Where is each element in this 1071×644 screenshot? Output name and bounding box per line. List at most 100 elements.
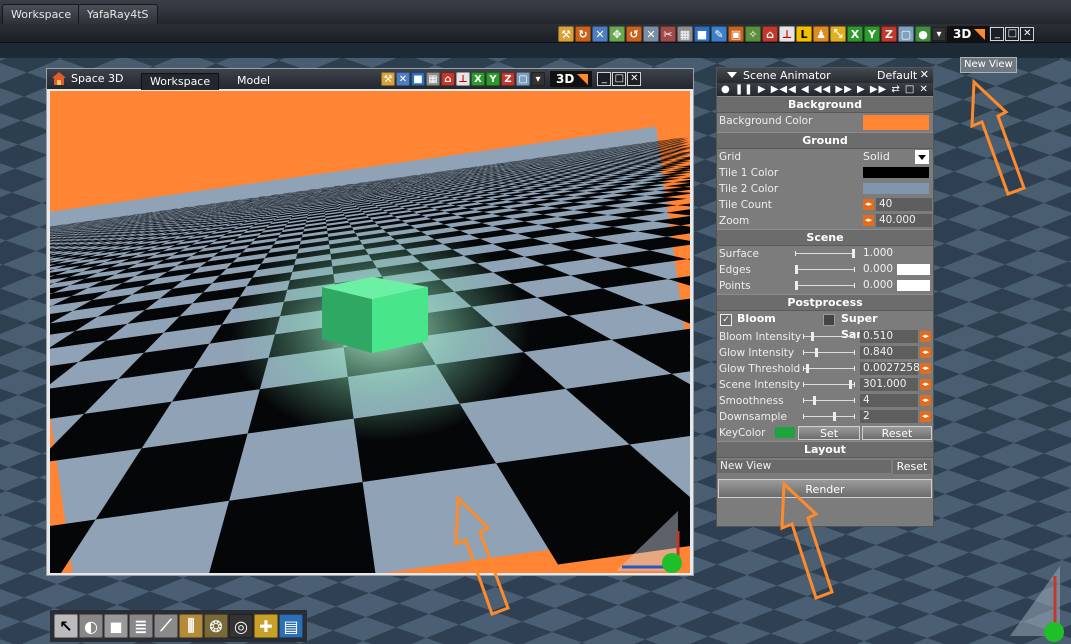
- postprocess-spinner-icon[interactable]: ◂▸: [920, 331, 931, 342]
- close-icon[interactable]: ✕: [920, 68, 929, 81]
- light-icon[interactable]: ✧: [745, 26, 761, 42]
- new-view-badge[interactable]: New View: [960, 57, 1017, 73]
- home-icon[interactable]: ⌂: [441, 72, 455, 86]
- fence-tool-icon[interactable]: ⫼: [179, 614, 203, 638]
- y-axis-icon[interactable]: Y: [864, 26, 880, 42]
- scene-animator-titlebar[interactable]: Scene Animator Default ✕: [717, 68, 933, 83]
- postprocess-slider[interactable]: [803, 380, 855, 389]
- dropdown-icon[interactable]: ▾: [531, 72, 545, 86]
- bloom-checkbox[interactable]: ✓: [720, 314, 732, 326]
- close-icon[interactable]: ✕: [627, 72, 642, 86]
- postprocess-value[interactable]: 301.000: [860, 378, 918, 391]
- main-mode-3d-button[interactable]: 3D: [947, 26, 990, 42]
- zoom-field[interactable]: 40.000: [876, 214, 932, 227]
- dropdown-icon[interactable]: ▾: [932, 27, 946, 41]
- postprocess-spinner-icon[interactable]: ◂▸: [920, 379, 931, 390]
- postprocess-slider[interactable]: [803, 364, 855, 373]
- postprocess-value[interactable]: 2: [860, 410, 918, 423]
- surface-value[interactable]: 1.000: [860, 247, 893, 260]
- layers-tool-icon[interactable]: ≣: [129, 614, 153, 638]
- axes-icon[interactable]: ⊥: [779, 26, 795, 42]
- postprocess-value[interactable]: 0.840: [860, 346, 918, 359]
- orbit-icon[interactable]: ↺: [626, 26, 642, 42]
- minimize-icon[interactable]: _: [990, 27, 1005, 41]
- space-mode-3d-button[interactable]: 3D: [550, 71, 593, 87]
- edges-color-swatch[interactable]: [897, 264, 930, 275]
- home-icon[interactable]: ⌂: [762, 26, 778, 42]
- tile2-color-swatch[interactable]: [863, 183, 929, 194]
- tab-workspace[interactable]: Workspace: [2, 4, 81, 24]
- background-color-swatch[interactable]: [863, 115, 929, 130]
- axis-cross-icon[interactable]: ✕: [643, 26, 659, 42]
- tile-count-spinner-icon[interactable]: ◂▸: [863, 199, 874, 210]
- cut-icon[interactable]: ✂: [660, 26, 676, 42]
- points-color-swatch[interactable]: [897, 280, 930, 291]
- sphere-tool-icon[interactable]: ◐: [79, 614, 103, 638]
- postprocess-value[interactable]: 4: [860, 394, 918, 407]
- grid-icon[interactable]: ▦: [677, 26, 693, 42]
- points-value[interactable]: 0.000: [860, 279, 896, 292]
- grid-select-value[interactable]: Solid: [863, 149, 890, 165]
- edges-value[interactable]: 0.000: [860, 263, 896, 276]
- postprocess-slider[interactable]: [803, 412, 855, 421]
- x-axis-icon[interactable]: X: [471, 72, 485, 86]
- postprocess-value[interactable]: 0.0027258(: [860, 362, 924, 375]
- tab-yafaray4ts[interactable]: YafaRay4tS: [78, 4, 158, 24]
- postprocess-slider[interactable]: [803, 332, 855, 341]
- keycolor-set-button[interactable]: Set: [798, 426, 860, 440]
- box-tool-icon[interactable]: ◼: [104, 614, 128, 638]
- postprocess-slider[interactable]: [803, 396, 855, 405]
- surface-slider[interactable]: [795, 249, 855, 258]
- postprocess-slider[interactable]: [803, 348, 855, 357]
- zoom-spinner-icon[interactable]: ◂▸: [863, 215, 874, 226]
- keycolor-reset-button[interactable]: Reset: [862, 426, 932, 440]
- maximize-icon[interactable]: □: [1005, 27, 1020, 41]
- snap-icon[interactable]: ⚒: [558, 26, 574, 42]
- edges-slider[interactable]: [795, 265, 855, 274]
- person-icon[interactable]: ♟: [813, 26, 829, 42]
- view-frame-icon[interactable]: ▢: [516, 72, 530, 86]
- layout-reset-button[interactable]: Reset: [893, 460, 931, 474]
- cross-icon[interactable]: ✕: [592, 26, 608, 42]
- space-tab-model[interactable]: Model: [229, 73, 278, 89]
- cube-icon[interactable]: ■: [411, 72, 425, 86]
- y-axis-icon[interactable]: Y: [486, 72, 500, 86]
- postprocess-spinner-icon[interactable]: ◂▸: [920, 395, 931, 406]
- box-icon[interactable]: ▣: [728, 26, 744, 42]
- super-sampling-checkbox[interactable]: [823, 314, 835, 326]
- render-tool-icon[interactable]: ▤: [279, 614, 303, 638]
- move-icon[interactable]: ✥: [609, 26, 625, 42]
- torus-tool-icon[interactable]: ◎: [229, 614, 253, 638]
- light-add-icon[interactable]: ✚: [254, 614, 278, 638]
- close-icon[interactable]: ✕: [1020, 27, 1035, 41]
- space-3d-viewport[interactable]: [50, 91, 690, 573]
- axes-icon[interactable]: ⊥: [456, 72, 470, 86]
- postprocess-value[interactable]: 0.510: [860, 330, 918, 343]
- snap-icon[interactable]: ⚒: [381, 72, 395, 86]
- rotate-icon[interactable]: ↻: [575, 26, 591, 42]
- points-slider[interactable]: [795, 281, 855, 290]
- minimize-icon[interactable]: _: [597, 72, 612, 86]
- cross-icon[interactable]: ✕: [396, 72, 410, 86]
- transport-controls[interactable]: ● ❚❚ ▶ ▶◀◀ ◀ ◀◀ ▶▶ ▶ ▶▶ ⇄ □ ✕: [717, 83, 933, 96]
- tile1-color-swatch[interactable]: [863, 167, 929, 178]
- collapse-triangle-icon[interactable]: [727, 72, 737, 78]
- postprocess-spinner-icon[interactable]: ◂▸: [920, 363, 931, 374]
- z-axis-icon[interactable]: Z: [881, 26, 897, 42]
- select-arrow-icon[interactable]: ↖: [54, 614, 78, 638]
- tile-count-field[interactable]: 40: [876, 198, 932, 211]
- space-tab-workspace[interactable]: Workspace: [141, 73, 220, 90]
- postprocess-spinner-icon[interactable]: ◂▸: [920, 347, 931, 358]
- material-balls-icon[interactable]: ❂: [204, 614, 228, 638]
- grid-dropdown-icon[interactable]: [915, 150, 929, 164]
- grid-icon[interactable]: ▦: [426, 72, 440, 86]
- preset-label[interactable]: Default: [877, 69, 917, 82]
- postprocess-spinner-icon[interactable]: ◂▸: [920, 411, 931, 422]
- maximize-icon[interactable]: □: [612, 72, 627, 86]
- x-scale-icon[interactable]: ⤡: [830, 26, 846, 42]
- keycolor-swatch[interactable]: [775, 427, 795, 438]
- x-axis-icon[interactable]: X: [847, 26, 863, 42]
- palette-icon[interactable]: ●: [915, 26, 931, 42]
- l-axis-icon[interactable]: L: [796, 26, 812, 42]
- view-frame-icon[interactable]: ▢: [898, 26, 914, 42]
